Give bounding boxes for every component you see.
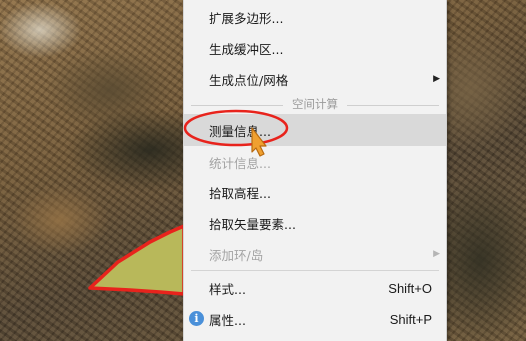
mouse-cursor-icon bbox=[251, 127, 267, 157]
